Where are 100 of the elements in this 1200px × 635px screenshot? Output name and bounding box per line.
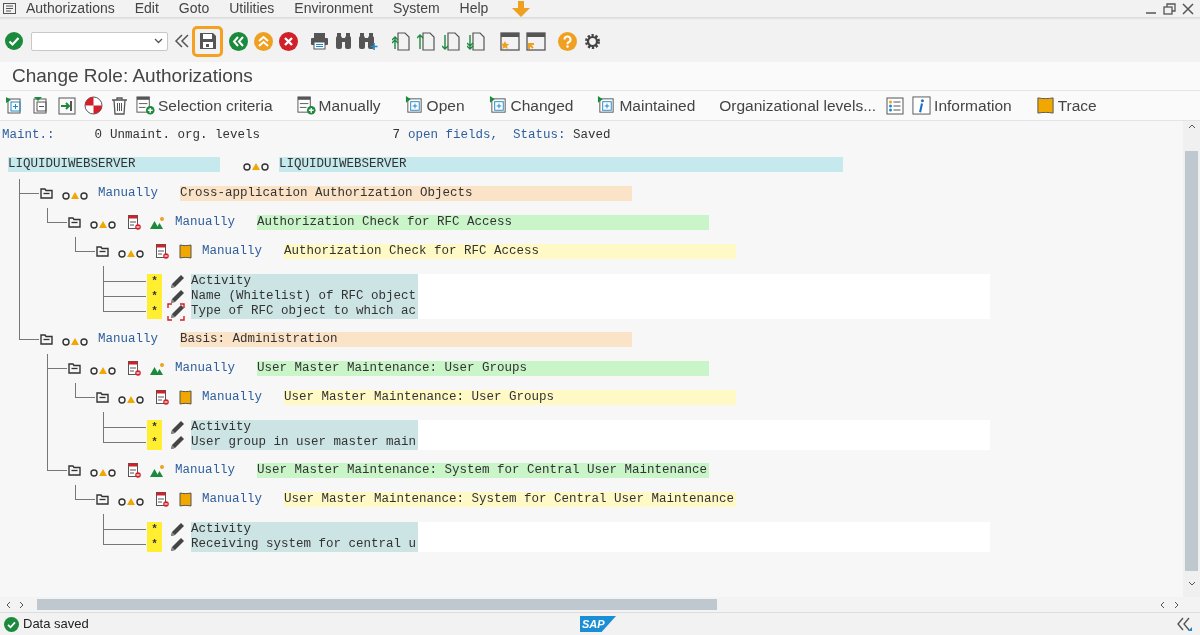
- tree-node-label[interactable]: Authorization Check for RFC Access: [257, 215, 709, 230]
- tree-node-label[interactable]: User Master Maintenance: System for Central User Maintenance: [257, 463, 709, 478]
- menu-item[interactable]: System: [392, 0, 440, 19]
- toolbar-button[interactable]: Selection criteria: [136, 93, 273, 118]
- page-arrow-down-icon[interactable]: [442, 31, 461, 51]
- field-value[interactable]: *: [147, 289, 162, 304]
- double-chevron-left-icon[interactable]: [1176, 617, 1192, 631]
- toolbar-button[interactable]: Changed: [488, 93, 574, 118]
- mountain-icon: [150, 464, 165, 477]
- document-minus-icon: [156, 390, 169, 405]
- menu-item[interactable]: Environment: [294, 0, 373, 19]
- confirm-icon[interactable]: [5, 32, 23, 50]
- tree-node-label[interactable]: User Master Maintenance: System for Central User Maintenance: [284, 492, 736, 507]
- folder-icon[interactable]: [96, 246, 109, 257]
- settings-icon[interactable]: [583, 31, 602, 51]
- menu-item[interactable]: Edit: [134, 0, 159, 19]
- page-plus-icon[interactable]: [6, 96, 24, 115]
- authorization-icon: [179, 390, 192, 405]
- page-minus-icon[interactable]: [32, 96, 50, 115]
- back-icon[interactable]: [229, 31, 248, 51]
- maintenance-status: Manually: [98, 185, 158, 203]
- cancel-icon[interactable]: [279, 31, 298, 51]
- toolbar-button[interactable]: Manually: [296, 93, 381, 118]
- field-name: Receiving system for central u: [191, 537, 418, 552]
- trace-icon: [1035, 96, 1055, 115]
- folder-icon[interactable]: [96, 494, 109, 505]
- page-arrow-up-icon[interactable]: [392, 31, 411, 51]
- pencil-focus-icon[interactable]: [167, 302, 185, 321]
- document-minus-icon: [156, 244, 169, 259]
- insert-icon[interactable]: [58, 96, 76, 115]
- field-value[interactable]: *: [147, 420, 162, 435]
- command-field[interactable]: [31, 31, 168, 51]
- info-label: Maint.:: [2, 127, 56, 145]
- arrow-down-icon: [510, 0, 533, 17]
- info-label: open fields,: [408, 127, 499, 145]
- maintenance-status: Manually: [175, 214, 235, 232]
- field-value[interactable]: *: [147, 304, 162, 319]
- horizontal-scrollbar[interactable]: [0, 597, 1200, 612]
- field-value[interactable]: *: [147, 274, 162, 289]
- binoculars-plus-icon[interactable]: [358, 31, 378, 51]
- printer-icon[interactable]: [310, 32, 329, 50]
- folder-icon[interactable]: [68, 217, 81, 228]
- menu-item[interactable]: Authorizations: [26, 0, 115, 19]
- toolbar-button[interactable]: Organizational levels...: [719, 93, 877, 118]
- scroll-thumb[interactable]: [37, 599, 717, 610]
- authorization-icon: [179, 492, 192, 507]
- authorization-icon: [179, 244, 192, 259]
- scroll-thumb[interactable]: [1185, 151, 1198, 571]
- scroll-left-icon[interactable]: [5, 600, 11, 609]
- scroll-right-icon[interactable]: [19, 600, 25, 609]
- info-value: Unmaint. org. levels: [110, 127, 262, 145]
- document-minus-icon: [128, 215, 141, 230]
- scroll-right-icon[interactable]: [1174, 600, 1180, 609]
- menu-item[interactable]: Goto: [178, 0, 210, 19]
- field-value[interactable]: *: [147, 522, 162, 537]
- save-icon: [198, 32, 217, 50]
- tree-node-label[interactable]: Cross-application Authorization Objects: [180, 186, 632, 201]
- trash-icon[interactable]: [111, 96, 128, 115]
- binoculars-icon[interactable]: [335, 32, 352, 50]
- restore-icon[interactable]: [1163, 2, 1176, 15]
- toolbar-button[interactable]: Open: [404, 93, 465, 118]
- info-value: 0: [94, 127, 102, 145]
- tree-node-label[interactable]: LIQUIDUIWEBSERVER: [8, 157, 220, 172]
- toolbar-button[interactable]: Maintained: [597, 93, 696, 118]
- folder-icon[interactable]: [96, 392, 109, 403]
- tree-node-label[interactable]: Authorization Check for RFC Access: [284, 244, 736, 259]
- field-name: Type of RFC object to which ac: [191, 304, 418, 319]
- maintenance-status: Manually: [98, 331, 158, 349]
- vertical-scrollbar[interactable]: [1183, 121, 1200, 597]
- folder-icon[interactable]: [68, 363, 81, 374]
- scroll-down-icon[interactable]: [1187, 581, 1196, 587]
- pie-chart-icon[interactable]: [84, 96, 103, 115]
- list-icon[interactable]: [886, 96, 905, 115]
- folder-icon[interactable]: [40, 188, 53, 199]
- double-chevron-left-icon[interactable]: [174, 33, 190, 49]
- toolbar-button[interactable]: Information: [912, 93, 1012, 118]
- success-icon: [4, 616, 19, 632]
- mountain-icon: [150, 362, 165, 375]
- info-label: Status:: [513, 127, 567, 145]
- scroll-up-icon[interactable]: [1187, 123, 1196, 129]
- menu-item[interactable]: Help: [459, 0, 489, 19]
- page-arrow-down-icon[interactable]: [467, 31, 486, 51]
- tree-node-label[interactable]: User Master Maintenance: User Groups: [284, 390, 736, 405]
- tree-node-label[interactable]: Basis: Administration: [180, 332, 632, 347]
- menu-item[interactable]: Utilities: [229, 0, 275, 19]
- tree-node-label[interactable]: User Master Maintenance: User Groups: [257, 361, 709, 376]
- maintenance-status: Manually: [202, 389, 262, 407]
- info-icon: [912, 96, 932, 115]
- toolbar-button[interactable]: Trace: [1035, 93, 1097, 118]
- save-button[interactable]: [192, 25, 223, 57]
- field-value[interactable]: *: [147, 537, 162, 552]
- document-minus-icon: [128, 463, 141, 478]
- folder-icon[interactable]: [68, 465, 81, 476]
- document-minus-icon: [156, 492, 169, 507]
- close-icon[interactable]: [1182, 2, 1194, 15]
- page-arrow-up-icon[interactable]: [417, 31, 436, 51]
- folder-icon[interactable]: [40, 334, 53, 345]
- menu-icon[interactable]: [3, 3, 16, 14]
- scroll-left-icon[interactable]: [1159, 600, 1165, 609]
- field-value[interactable]: *: [147, 435, 162, 450]
